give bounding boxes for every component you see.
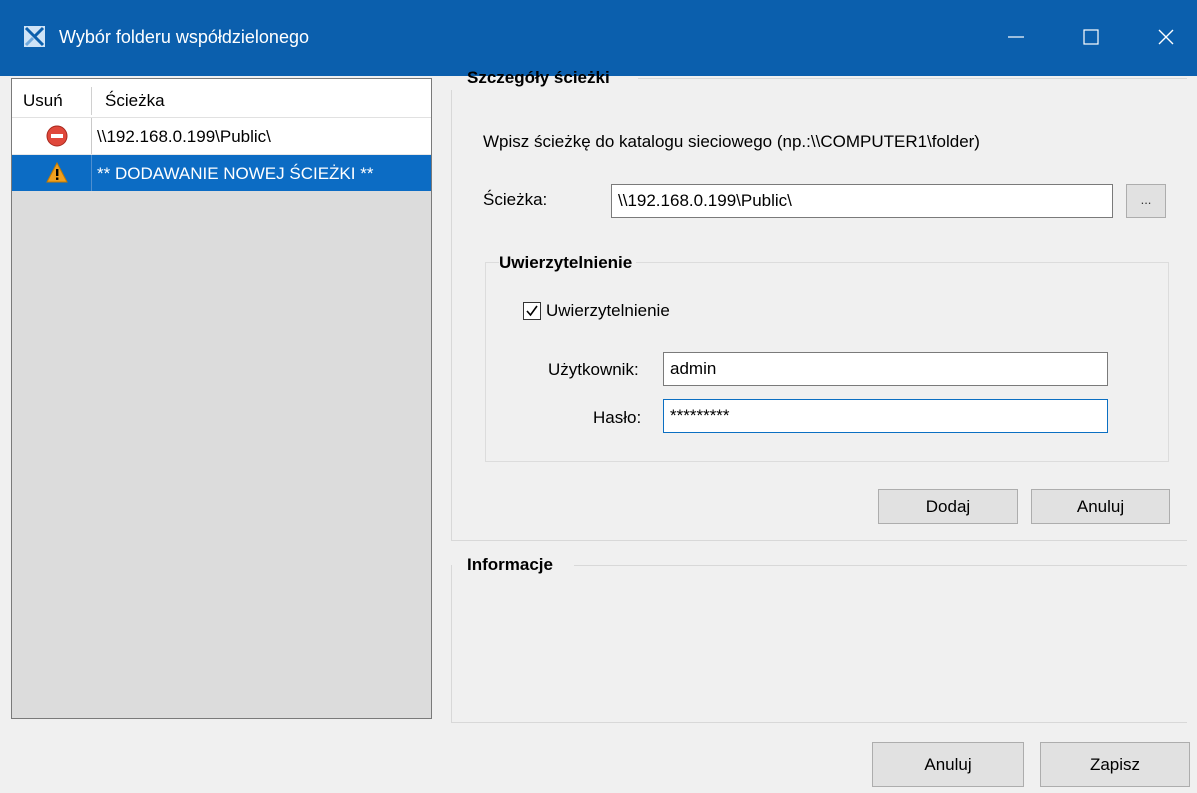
list-header: Usuń Ścieżka <box>12 79 431 118</box>
add-button[interactable]: Dodaj <box>878 489 1018 524</box>
group-divider <box>451 722 1187 723</box>
list-item-path: ** DODAWANIE NOWEJ ŚCIEŻKI ** <box>97 164 374 183</box>
checkmark-icon <box>526 305 538 317</box>
column-divider[interactable] <box>91 87 92 115</box>
title-bar[interactable]: Wybór folderu współdzielonego <box>0 0 1197 76</box>
auth-group-title: Uwierzytelnienie <box>499 253 637 273</box>
password-label: Hasło: <box>593 408 642 427</box>
cancel-button[interactable]: Anuluj <box>872 742 1024 787</box>
details-group-title: Szczegóły ścieżki <box>467 68 610 87</box>
close-button[interactable] <box>1141 14 1191 60</box>
user-label: Użytkownik: <box>548 360 639 379</box>
close-icon <box>1158 29 1174 45</box>
group-divider <box>638 78 1187 79</box>
column-divider <box>91 155 92 191</box>
delete-icon[interactable] <box>46 125 68 147</box>
info-group-title: Informacje <box>467 555 553 574</box>
list-item-selected[interactable]: ** DODAWANIE NOWEJ ŚCIEŻKI ** <box>12 155 431 191</box>
group-divider <box>451 540 1187 541</box>
list-item-path: \\192.168.0.199\Public\ <box>97 127 271 146</box>
maximize-icon <box>1083 29 1099 45</box>
path-list[interactable]: Usuń Ścieżka \\192.168.0.199\Public\ ** … <box>11 78 432 719</box>
group-divider <box>451 565 452 722</box>
path-label: Ścieżka: <box>483 190 548 209</box>
username-input[interactable] <box>663 352 1108 386</box>
app-icon <box>24 26 45 47</box>
column-header-delete[interactable]: Usuń <box>23 91 63 111</box>
group-divider <box>451 90 452 540</box>
save-button[interactable]: Zapisz <box>1040 742 1190 787</box>
browse-button[interactable]: ... <box>1126 184 1166 218</box>
column-header-path[interactable]: Ścieżka <box>105 91 165 111</box>
window-title: Wybór folderu współdzielonego <box>59 27 309 47</box>
auth-checkbox-label[interactable]: Uwierzytelnienie <box>546 301 670 321</box>
path-hint: Wpisz ścieżkę do katalogu sieciowego (np… <box>483 132 980 151</box>
minimize-button[interactable] <box>991 14 1041 60</box>
path-input[interactable] <box>611 184 1113 218</box>
list-item[interactable]: \\192.168.0.199\Public\ <box>12 118 431 155</box>
warning-icon <box>46 161 68 184</box>
column-divider <box>91 118 92 154</box>
maximize-button[interactable] <box>1066 14 1116 60</box>
auth-checkbox[interactable] <box>523 302 541 320</box>
details-cancel-button[interactable]: Anuluj <box>1031 489 1170 524</box>
minimize-icon <box>1008 36 1024 38</box>
group-divider <box>574 565 1187 566</box>
password-input[interactable] <box>663 399 1108 433</box>
